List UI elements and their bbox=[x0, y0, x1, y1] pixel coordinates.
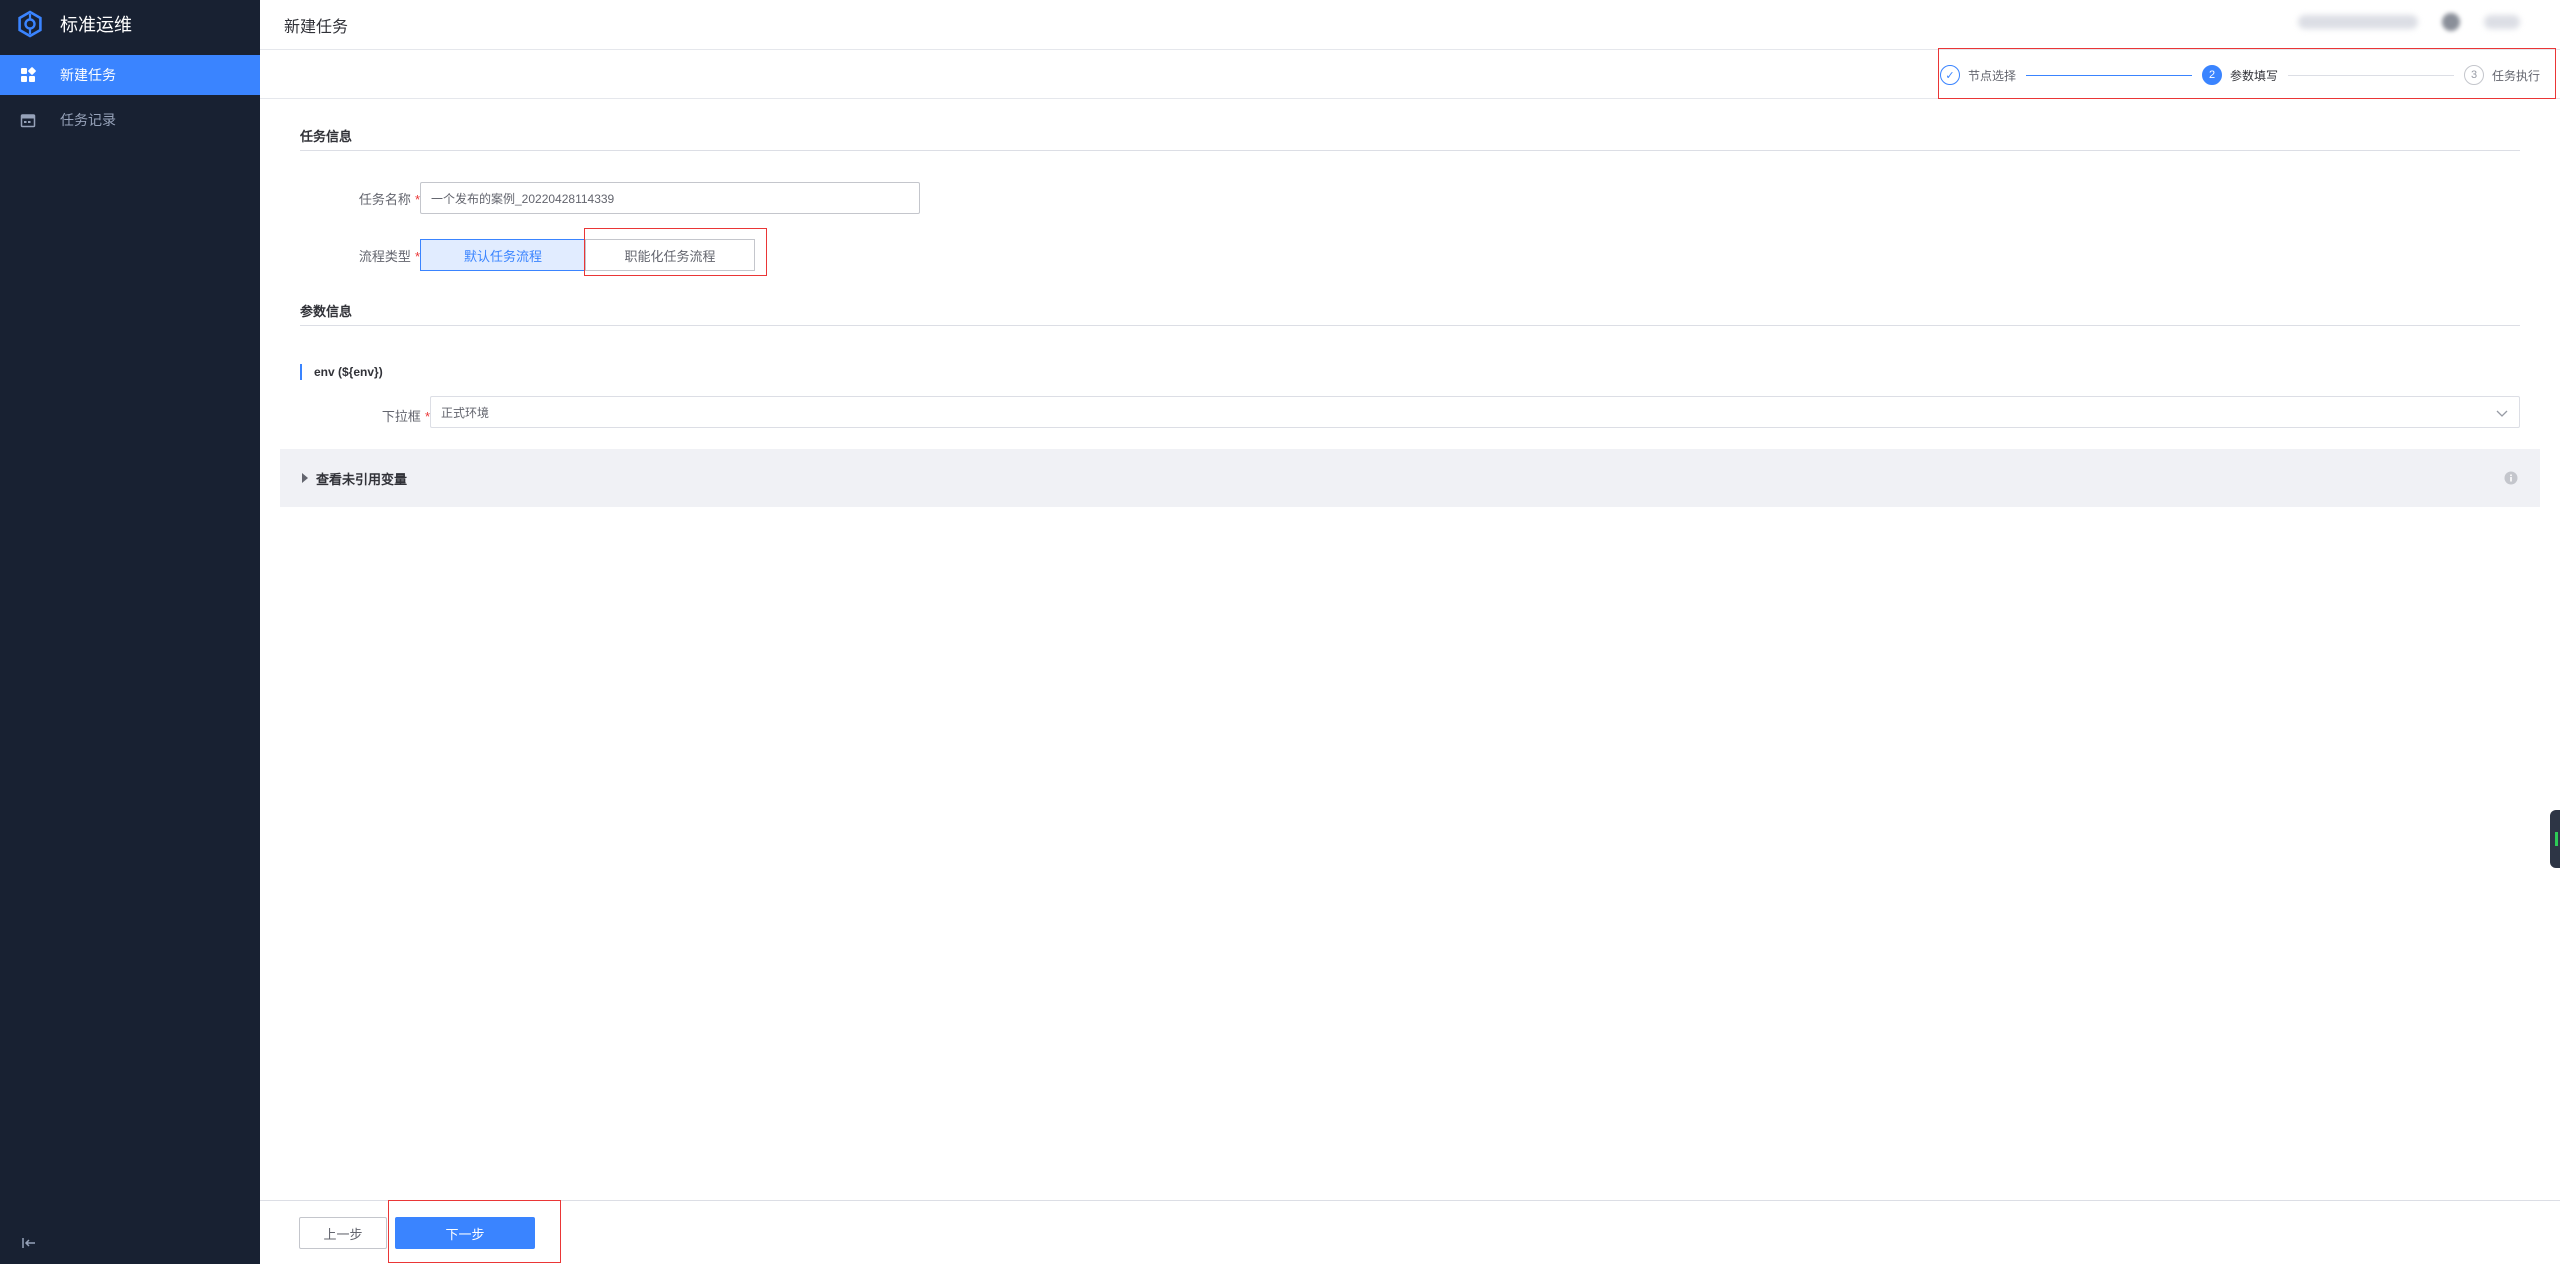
section-title-task-info: 任务信息 bbox=[300, 129, 353, 144]
step-task-execute[interactable]: 3 任务执行 bbox=[2464, 65, 2540, 85]
sidebar: 标准运维 新建任务 任务记录 bbox=[0, 0, 260, 1264]
obscured-info bbox=[2298, 15, 2418, 29]
task-name-input[interactable] bbox=[420, 182, 920, 214]
caret-right-icon bbox=[300, 473, 310, 483]
flow-type-label: 流程类型 * bbox=[300, 246, 420, 265]
footer-actions: 上一步 下一步 bbox=[260, 1200, 2560, 1264]
unreferenced-variables-label: 查看未引用变量 bbox=[316, 471, 408, 487]
step-check-icon: ✓ bbox=[1940, 65, 1960, 85]
info-icon[interactable] bbox=[2504, 471, 2518, 485]
grid-icon bbox=[20, 67, 36, 83]
main-content: 任务信息 任务名称* 流程类型* 默认任务流程 职能化任务流程 参数信息 env… bbox=[260, 100, 2560, 1200]
steps-bar: ✓ 节点选择 2 参数填写 3 任务执行 bbox=[260, 51, 2560, 99]
variable-title: env (${env}) bbox=[300, 364, 383, 380]
status-bar-indicator bbox=[2555, 832, 2558, 846]
env-select-value: 正式环境 bbox=[441, 405, 490, 420]
obscured-username bbox=[2484, 15, 2520, 29]
task-steps: ✓ 节点选择 2 参数填写 3 任务执行 bbox=[1940, 63, 2540, 87]
sidebar-item-task-records[interactable]: 任务记录 bbox=[0, 100, 260, 140]
step-number: 2 bbox=[2202, 65, 2222, 85]
unreferenced-variables-panel[interactable]: 查看未引用变量 bbox=[280, 449, 2540, 507]
sidebar-item-new-task[interactable]: 新建任务 bbox=[0, 55, 260, 95]
app-title: 标准运维 bbox=[60, 15, 132, 35]
avatar[interactable] bbox=[2442, 13, 2460, 31]
sidebar-nav: 新建任务 任务记录 bbox=[0, 55, 260, 140]
calendar-icon bbox=[20, 112, 36, 128]
next-step-label: 下一步 bbox=[445, 1226, 485, 1242]
page-title: 新建任务 bbox=[284, 18, 349, 36]
step-connector bbox=[2026, 74, 2192, 76]
side-float-widget[interactable] bbox=[2550, 810, 2560, 868]
task-name-label: 任务名称 * bbox=[300, 189, 420, 208]
step-label: 参数填写 bbox=[2230, 68, 2279, 83]
env-select[interactable]: 正式环境 bbox=[430, 396, 2520, 428]
task-name-label-text: 任务名称 bbox=[358, 192, 411, 207]
step-number: 3 bbox=[2464, 65, 2484, 85]
sidebar-item-label: 任务记录 bbox=[60, 112, 116, 128]
flow-type-functional-button[interactable]: 职能化任务流程 bbox=[585, 239, 755, 271]
app-logo-icon bbox=[16, 10, 44, 38]
flow-type-default-button[interactable]: 默认任务流程 bbox=[420, 239, 586, 271]
collapse-left-icon[interactable] bbox=[20, 1234, 38, 1252]
flow-type-functional-label: 职能化任务流程 bbox=[624, 248, 716, 264]
prev-step-label: 上一步 bbox=[323, 1226, 363, 1242]
step-node-select[interactable]: ✓ 节点选择 bbox=[1940, 65, 2016, 85]
sidebar-item-label: 新建任务 bbox=[60, 67, 116, 83]
flow-type-default-label: 默认任务流程 bbox=[463, 248, 542, 264]
flow-type-label-text: 流程类型 bbox=[358, 249, 411, 264]
step-label: 任务执行 bbox=[2492, 68, 2541, 83]
top-header: 新建任务 bbox=[260, 0, 2560, 50]
step-connector bbox=[2288, 74, 2454, 76]
section-divider bbox=[300, 150, 2520, 151]
step-param-fill[interactable]: 2 参数填写 bbox=[2202, 65, 2278, 85]
section-divider bbox=[300, 325, 2520, 326]
header-user-area[interactable] bbox=[2298, 13, 2520, 31]
prev-step-button[interactable]: 上一步 bbox=[299, 1217, 387, 1249]
section-title-params: 参数信息 bbox=[300, 304, 353, 319]
select-label-text: 下拉框 bbox=[381, 409, 421, 424]
select-label: 下拉框 * bbox=[300, 406, 430, 425]
step-label: 节点选择 bbox=[1968, 68, 2017, 83]
brand[interactable]: 标准运维 bbox=[0, 0, 260, 48]
chevron-down-icon bbox=[2495, 406, 2509, 420]
next-step-button[interactable]: 下一步 bbox=[395, 1217, 535, 1249]
